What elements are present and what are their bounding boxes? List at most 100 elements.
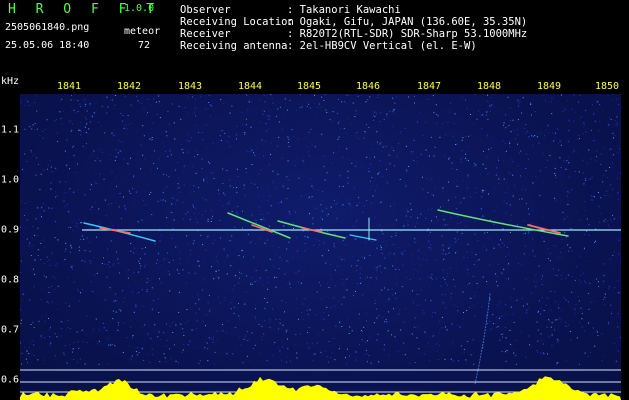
noise-dot [557,143,559,145]
noise-dot [380,248,382,250]
noise-dot [452,360,454,362]
noise-dot [176,187,178,189]
noise-dot [558,303,560,305]
noise-dot [500,246,502,248]
noise-dot [451,245,453,247]
noise-dot [321,255,323,257]
noise-dot [193,258,195,260]
noise-dot [553,244,555,246]
noise-dot [342,156,343,158]
noise-dot [499,339,501,341]
noise-dot [513,349,515,351]
noise-dot [539,300,540,302]
noise-dot [192,296,194,298]
noise-dot [278,121,280,123]
noise-dot [212,242,214,244]
noise-dot [333,152,335,154]
noise-dot [245,291,247,293]
noise-dot [461,233,463,234]
noise-dot [157,200,159,202]
noise-dot [525,245,526,247]
noise-dot [54,237,56,238]
noise-dot [164,150,166,152]
noise-dot [109,344,111,346]
noise-dot [250,281,252,283]
noise-dot [156,167,158,169]
noise-dot [112,310,114,312]
noise-dot [115,149,117,150]
noise-dot [243,184,245,186]
noise-dot [505,127,507,129]
noise-dot [272,103,274,104]
noise-dot [237,205,239,207]
noise-dot [163,332,165,334]
noise-dot [395,292,396,294]
noise-dot [220,99,222,101]
noise-dot [266,297,268,299]
noise-dot [24,203,26,204]
noise-dot [561,94,562,96]
noise-dot [438,359,440,360]
noise-dot [51,285,52,287]
noise-dot [398,247,400,249]
noise-dot [281,359,283,361]
noise-dot [457,222,459,224]
noise-dot [80,121,81,123]
noise-dot [147,334,149,336]
noise-dot [89,250,91,252]
noise-dot [115,201,117,203]
noise-dot [492,314,494,316]
noise-dot [90,281,92,283]
noise-dot [182,201,184,203]
noise-dot [99,173,101,175]
noise-dot [43,239,45,241]
noise-dot [571,250,573,252]
noise-dot [188,244,190,245]
noise-dot [122,120,124,122]
noise-dot [607,322,609,323]
noise-dot [490,97,492,99]
noise-dot [320,106,321,108]
noise-dot [473,123,475,125]
noise-dot [498,178,500,180]
noise-dot [495,174,497,176]
noise-dot [216,260,218,262]
noise-dot [248,101,250,103]
noise-dot [391,236,393,238]
noise-dot [528,307,530,308]
noise-dot [498,243,500,245]
noise-dot [572,151,574,153]
noise-dot [115,251,117,253]
noise-dot [532,251,534,253]
noise-dot [43,210,45,212]
noise-dot [415,326,417,328]
noise-dot [383,349,385,351]
noise-dot [412,263,414,265]
noise-dot [571,291,573,293]
noise-dot [507,278,509,280]
noise-dot [547,124,549,125]
noise-dot [442,215,444,217]
noise-dot [581,351,583,353]
noise-dot [178,273,180,274]
noise-dot [446,329,448,331]
noise-dot [25,358,27,360]
noise-dot [346,363,348,365]
noise-dot [341,259,343,261]
noise-dot [355,227,357,229]
noise-dot [50,166,52,168]
noise-dot [54,221,56,223]
noise-dot [104,199,106,201]
noise-dot [412,151,414,153]
noise-dot [296,250,298,252]
noise-dot [129,172,131,174]
noise-dot [615,124,617,126]
noise-dot [248,100,250,102]
noise-dot [355,351,357,353]
antenna-value: : 2el-HB9CV Vertical (el. E-W) [287,40,477,52]
noise-dot [468,146,470,148]
noise-dot [325,207,327,209]
noise-dot [37,207,39,209]
noise-dot [86,110,88,112]
noise-dot [424,299,426,301]
